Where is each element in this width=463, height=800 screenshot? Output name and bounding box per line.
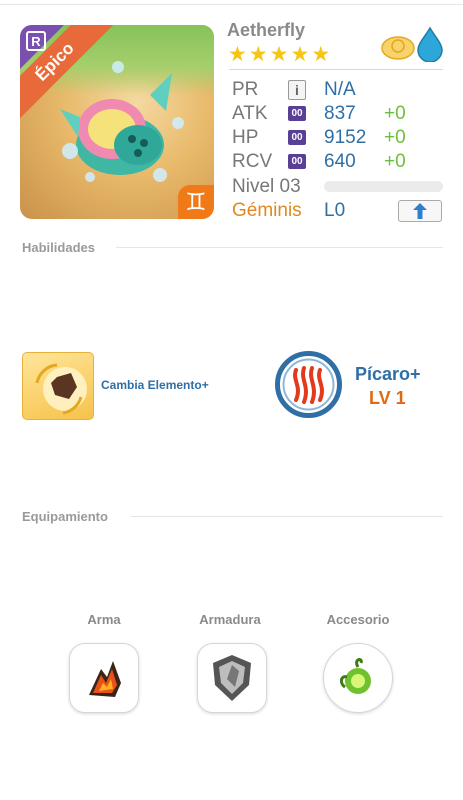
accessory-slot[interactable] [323,643,393,713]
active-skill-button[interactable] [22,352,94,420]
stat-label-atk: ATK [232,103,268,124]
stat-value-hp: 9152 [324,127,367,148]
stat-value-rcv: 640 [324,151,356,172]
stat-value-atk: 837 [324,103,356,124]
name-divider [229,69,443,70]
star-icon: ★ [290,43,310,66]
equipment-section-title: Equipamiento [22,509,108,524]
fire-weapon-icon [89,661,121,697]
armor-label: Armadura [199,612,261,627]
element-icons [381,26,443,62]
stat-bonus-hp: +0 [384,127,406,148]
water-drop-icon [417,26,443,62]
zodiac-badge: ♊ [178,185,214,219]
weapon-label: Arma [87,612,121,627]
plus-chip-rcv: 00 [288,154,306,169]
stat-value-pr: N/A [324,79,356,100]
weapon-slot[interactable] [69,643,139,713]
star-icon: ★ [269,43,289,66]
leader-skill-name[interactable]: Pícaro+ [355,364,421,385]
top-divider [0,4,463,5]
plus-chip-atk: 00 [288,106,306,121]
accessory-label: Accesorio [326,612,390,627]
star-icon: ★ [248,43,268,66]
skills-section-title: Habilidades [22,240,95,255]
info-icon[interactable]: i [288,80,306,100]
armor-slot[interactable] [197,643,267,713]
star-rating: ★ ★ ★ ★ ★ [228,44,330,66]
zodiac-label: Géminis [232,200,302,221]
stat-label-hp: HP [232,127,259,148]
claw-icon [282,358,335,411]
stat-bonus-rcv: +0 [384,151,406,172]
upgrade-button[interactable] [398,200,442,222]
arrow-up-icon [413,203,427,219]
leader-skill-level: LV 1 [369,388,406,408]
limit-break-label: L0 [324,200,346,221]
creature-name: Aetherfly [227,20,306,40]
level-progress-bar [324,181,443,192]
nature-accessory-icon [339,658,371,694]
stat-bonus-atk: +0 [384,103,406,124]
element-change-icon [35,363,87,415]
leader-skill-button[interactable] [275,351,342,418]
rarity-badge: R [26,31,46,51]
plus-chip-hp: 00 [288,130,306,145]
stat-label-rcv: RCV [232,151,273,172]
star-icon: ★ [228,43,247,66]
shield-armor-icon [213,655,251,701]
star-icon: ★ [311,43,331,66]
sun-cloud-icon [381,36,415,60]
creature-portrait[interactable]: Épico R ♊ [20,25,214,219]
equipment-divider [131,516,443,517]
level-label: Nivel 03 [232,176,301,197]
active-skill-name[interactable]: Cambia Elemento+ [101,378,209,392]
skills-divider [116,247,443,248]
stat-label-pr: PR [232,79,259,100]
